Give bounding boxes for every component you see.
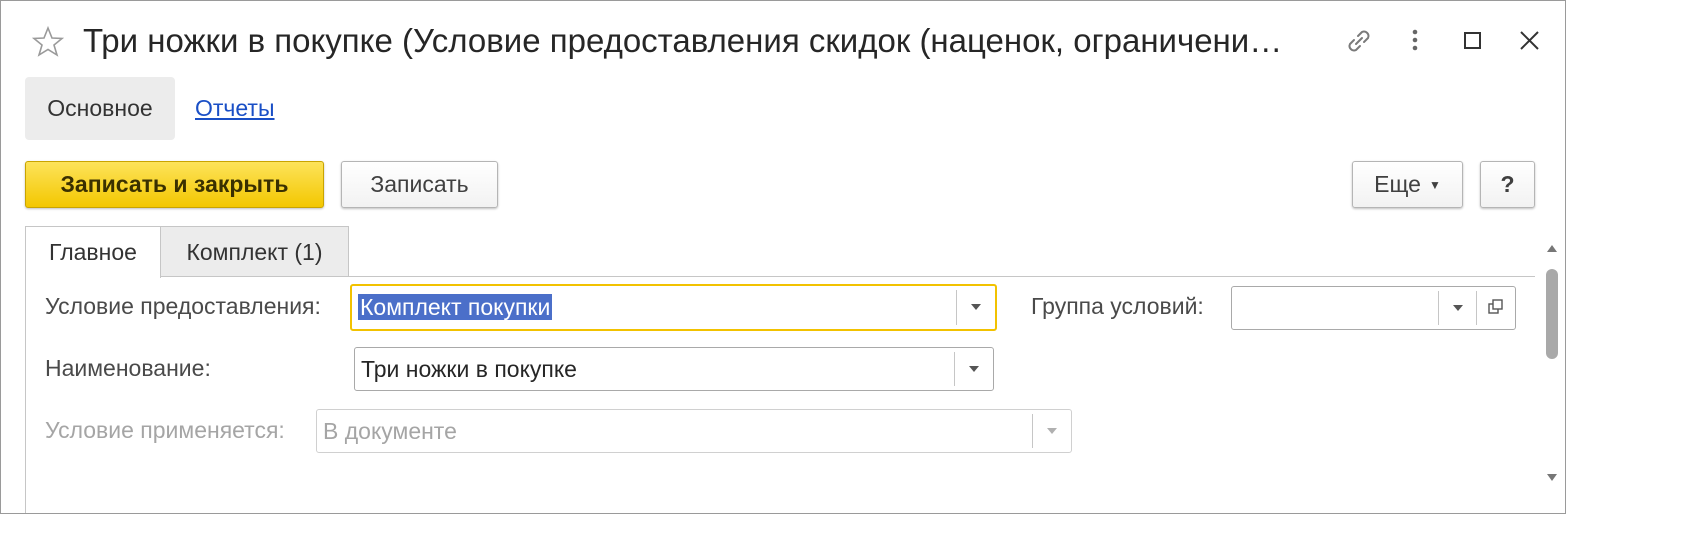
more-button-label: Еще xyxy=(1374,171,1421,197)
scroll-down-icon[interactable] xyxy=(1547,474,1557,481)
chevron-down-icon: ▼ xyxy=(1428,178,1441,193)
close-icon[interactable] xyxy=(1511,23,1547,59)
nav-reports-link[interactable]: Отчеты xyxy=(195,77,275,140)
nav-main-section[interactable]: Основное xyxy=(25,77,175,140)
save-button[interactable]: Записать xyxy=(341,161,498,208)
group-field[interactable] xyxy=(1231,286,1516,330)
name-field[interactable]: Три ножки в покупке xyxy=(354,347,994,391)
tab-set[interactable]: Комплект (1) xyxy=(160,226,349,277)
form-window: Три ножки в покупке (Условие предоставле… xyxy=(0,0,1566,514)
condition-field[interactable]: Комплект покупки xyxy=(350,284,997,331)
dropdown-arrow-icon[interactable] xyxy=(954,352,993,386)
group-label: Группа условий: xyxy=(1031,293,1204,319)
star-icon[interactable] xyxy=(31,25,65,59)
window-title: Три ножки в покупке (Условие предоставле… xyxy=(83,22,1283,59)
help-button[interactable]: ? xyxy=(1480,161,1535,208)
dropdown-arrow-icon xyxy=(1032,414,1071,448)
dropdown-arrow-icon[interactable] xyxy=(1438,291,1477,325)
name-label: Наименование: xyxy=(45,355,211,381)
link-icon[interactable] xyxy=(1341,23,1377,59)
condition-label: Условие предоставления: xyxy=(45,293,321,319)
vertical-scrollbar[interactable] xyxy=(1539,239,1565,487)
dropdown-arrow-icon[interactable] xyxy=(956,290,995,325)
scroll-up-icon[interactable] xyxy=(1547,245,1557,252)
save-and-close-button[interactable]: Записать и закрыть xyxy=(25,161,324,208)
applies-field: В документе xyxy=(316,409,1072,453)
condition-value: Комплект покупки xyxy=(358,294,553,320)
open-form-icon[interactable] xyxy=(1476,291,1515,325)
more-vertical-icon[interactable] xyxy=(1397,23,1433,59)
name-value: Три ножки в покупке xyxy=(361,356,577,382)
more-button[interactable]: Еще ▼ xyxy=(1352,161,1463,208)
applies-value: В документе xyxy=(323,418,457,444)
maximize-icon[interactable] xyxy=(1454,23,1490,59)
applies-label: Условие применяется: xyxy=(45,417,285,443)
scroll-thumb[interactable] xyxy=(1546,269,1558,359)
tab-main[interactable]: Главное xyxy=(25,226,161,278)
